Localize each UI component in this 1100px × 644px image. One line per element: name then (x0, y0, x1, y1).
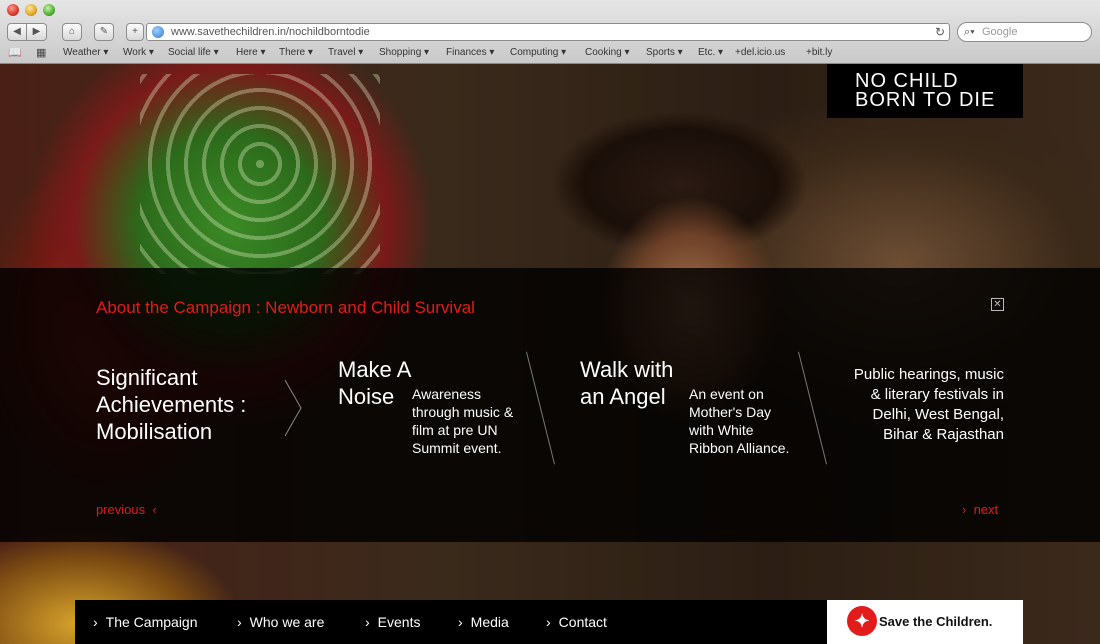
bookmark-item[interactable]: Computing ▾ (510, 47, 566, 58)
item-heading-achievements: Significant Achievements : Mobilisation (96, 365, 247, 444)
divider (797, 351, 828, 465)
home-icon: ⌂ (68, 26, 76, 37)
url-text: www.savethechildren.in/nochildborntodie (171, 26, 370, 38)
partner-name: Save the Children. (879, 614, 993, 629)
bookmark-item[interactable]: Shopping ▾ (379, 47, 429, 58)
back-arrow-icon: ◀ (13, 26, 21, 37)
minimize-window-icon[interactable] (25, 4, 37, 16)
item-text-public-hearings: Public hearings, music & literary festiv… (853, 366, 1004, 443)
nav-contact[interactable]: › Contact (546, 614, 607, 630)
nav-media[interactable]: › Media (458, 614, 509, 630)
chevron-right-icon (284, 379, 302, 437)
logo-line-2: BORN TO DIE (855, 89, 996, 111)
bookmark-item[interactable]: +del.icio.us (735, 47, 785, 58)
nav-who-we-are[interactable]: › Who we are (237, 614, 324, 630)
chevron-right-icon: › (365, 614, 370, 630)
home-button[interactable]: ⌂ (62, 23, 82, 41)
grid-icon[interactable]: ▦ (36, 46, 46, 59)
address-bar[interactable]: www.savethechildren.in/nochildborntodie … (146, 23, 950, 41)
forward-button[interactable]: ▶ (27, 23, 47, 41)
reading-list-icon[interactable]: 📖 (8, 46, 22, 59)
close-icon[interactable]: ✕ (991, 298, 1004, 311)
bookmark-item[interactable]: Work ▾ (123, 47, 154, 58)
item-heading-walk-with-an-angel: Walk with an Angel (580, 357, 674, 409)
bookmark-item[interactable]: Etc. ▾ (698, 47, 723, 58)
nav-label: Media (470, 614, 509, 630)
chevron-right-icon: › (237, 614, 242, 630)
hero-photo: NO CHILD BORN TO DIE About the Campaign … (0, 64, 1100, 644)
divider (525, 351, 556, 465)
globe-icon (152, 26, 164, 38)
search-icon: ⌕▾ (964, 26, 975, 38)
bookmark-item[interactable]: Sports ▾ (646, 47, 683, 58)
zoom-window-icon[interactable] (43, 4, 55, 16)
save-the-children-logo[interactable]: ✦ Save the Children. (827, 600, 1023, 644)
next-link[interactable]: › next (962, 502, 998, 517)
back-button[interactable]: ◀ (7, 23, 27, 41)
bookmarks-bar: 📖 ▦ Weather ▾ Work ▾ Social life ▾ Here … (0, 45, 1100, 63)
chevron-right-icon: › (458, 614, 463, 630)
plus-icon: + (132, 26, 138, 37)
nav-label: Contact (558, 614, 607, 630)
item-text-make-a-noise: Awareness through music & film at pre UN… (412, 386, 514, 456)
search-placeholder: Google (982, 26, 1018, 38)
pencil-icon: ✎ (99, 26, 109, 37)
edit-bookmarks-button[interactable]: ✎ (94, 23, 114, 41)
chevron-right-icon: › (962, 502, 970, 517)
overlay-title: About the Campaign : Newborn and Child S… (96, 298, 475, 317)
chevron-right-icon: › (546, 614, 551, 630)
campaign-logo[interactable]: NO CHILD BORN TO DIE (827, 64, 1023, 118)
chevron-left-icon: ‹ (148, 502, 157, 517)
nav-the-campaign[interactable]: › The Campaign (93, 614, 198, 630)
add-bookmark-button[interactable]: + (126, 23, 144, 41)
search-field[interactable]: ⌕▾ Google (957, 22, 1092, 42)
item-text-walk-with-an-angel: An event on Mother's Day with White Ribb… (689, 386, 790, 456)
next-label: next (973, 502, 999, 517)
campaign-overlay: About the Campaign : Newborn and Child S… (0, 268, 1100, 542)
nav-events[interactable]: › Events (365, 614, 420, 630)
bookmark-item[interactable]: Weather ▾ (63, 47, 108, 58)
bookmark-item[interactable]: There ▾ (279, 47, 313, 58)
bookmark-item[interactable]: Travel ▾ (328, 47, 363, 58)
bookmark-item[interactable]: Social life ▾ (168, 47, 219, 58)
child-figure-icon: ✦ (847, 606, 877, 636)
forward-arrow-icon: ▶ (32, 26, 41, 37)
bookmark-item[interactable]: Here ▾ (236, 47, 265, 58)
nav-label: Who we are (249, 614, 325, 630)
sari-pattern (140, 74, 380, 274)
previous-label: previous (96, 502, 146, 517)
footer-navigation: › The Campaign › Who we are › Events › Media… (75, 600, 827, 644)
previous-link[interactable]: previous ‹ (96, 502, 157, 517)
nav-label: Events (377, 614, 421, 630)
chevron-right-icon: › (93, 614, 98, 630)
nav-label: The Campaign (105, 614, 198, 630)
bookmark-item[interactable]: Finances ▾ (446, 47, 494, 58)
bookmark-item[interactable]: +bit.ly (806, 47, 832, 58)
close-window-icon[interactable] (7, 4, 19, 16)
reload-icon[interactable]: ↻ (935, 24, 945, 40)
bookmark-item[interactable]: Cooking ▾ (585, 47, 630, 58)
browser-chrome: ◀ ▶ ⌂ ✎ + www.savethechildren.in/nochild… (0, 0, 1100, 64)
